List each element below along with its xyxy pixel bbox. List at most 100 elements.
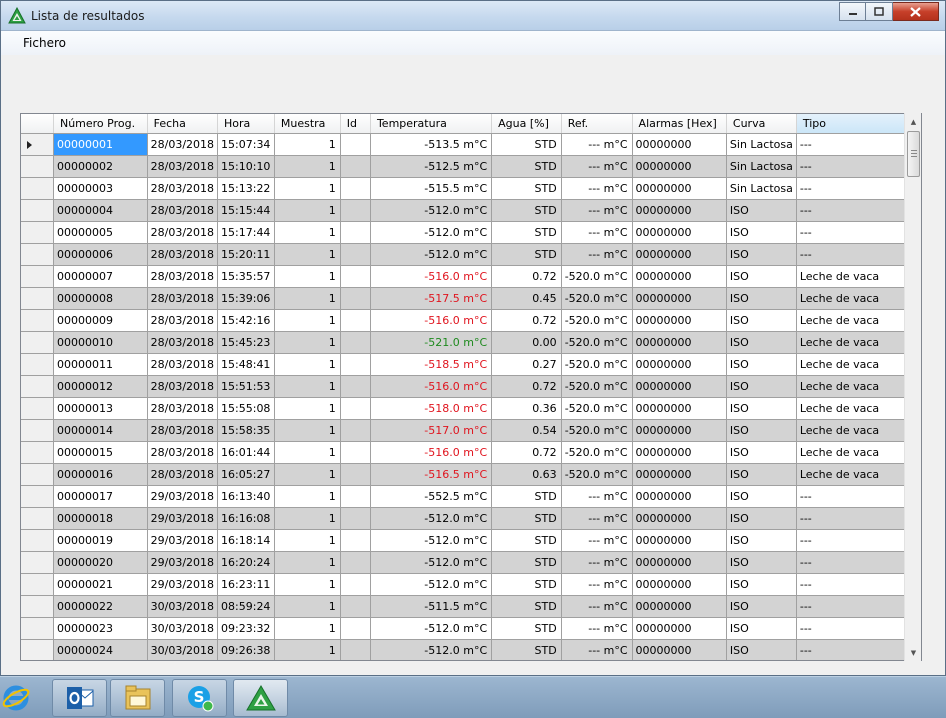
col-ref-cell[interactable]: --- m°C: [561, 529, 633, 552]
taskbar-ie[interactable]: [0, 679, 40, 717]
col-curva-cell[interactable]: ISO: [726, 221, 797, 244]
col-muestra-cell[interactable]: 1: [274, 529, 341, 552]
col-id-cell[interactable]: [340, 507, 371, 530]
col-alarmas-cell[interactable]: 00000000: [632, 397, 727, 420]
col-alarmas-cell[interactable]: 00000000: [632, 133, 727, 156]
col-curva-cell[interactable]: ISO: [726, 529, 797, 552]
col-curva-cell[interactable]: ISO: [726, 463, 797, 486]
row-header[interactable]: [21, 397, 54, 420]
col-numero-prog-cell[interactable]: 00000013: [53, 397, 148, 420]
col-hora-cell[interactable]: 15:39:06: [217, 287, 275, 310]
table-row[interactable]: 00000005 28/03/2018 15:17:44 1 -512.0 m°C STD…: [21, 221, 921, 244]
col-tipo-cell[interactable]: Leche de vaca: [796, 397, 915, 420]
row-header[interactable]: [21, 485, 54, 508]
col-temperatura-cell[interactable]: -518.5 m°C: [370, 353, 493, 376]
col-numero-prog-cell[interactable]: 00000016: [53, 463, 148, 486]
col-id-cell[interactable]: [340, 287, 371, 310]
col-fecha-header[interactable]: Fecha: [147, 114, 219, 134]
col-id-cell[interactable]: [340, 397, 371, 420]
col-hora-cell[interactable]: 15:13:22: [217, 177, 275, 200]
col-muestra-cell[interactable]: 1: [274, 287, 341, 310]
table-row[interactable]: 00000013 28/03/2018 15:55:08 1 -518.0 m°C 0.3…: [21, 397, 921, 420]
col-ref-cell[interactable]: -520.0 m°C: [561, 287, 633, 310]
col-hora-cell[interactable]: 16:01:44: [217, 441, 275, 464]
col-temperatura-cell[interactable]: -516.5 m°C: [370, 463, 493, 486]
col-hora-header[interactable]: Hora: [217, 114, 275, 134]
col-id-cell[interactable]: [340, 133, 371, 156]
col-temperatura-cell[interactable]: -512.0 m°C: [370, 199, 493, 222]
col-muestra-cell[interactable]: 1: [274, 353, 341, 376]
row-header[interactable]: [21, 309, 54, 332]
title-bar[interactable]: Lista de resultados: [1, 1, 945, 31]
col-agua-cell[interactable]: 0.54: [491, 419, 562, 442]
col-agua-cell[interactable]: STD: [491, 155, 562, 178]
col-fecha-cell[interactable]: 28/03/2018: [147, 177, 219, 200]
col-tipo-cell[interactable]: ---: [796, 551, 915, 574]
col-temperatura-cell[interactable]: -552.5 m°C: [370, 485, 493, 508]
col-agua-cell[interactable]: STD: [491, 485, 562, 508]
table-row[interactable]: 00000014 28/03/2018 15:58:35 1 -517.0 m°C 0.5…: [21, 419, 921, 442]
col-temperatura-cell[interactable]: -511.5 m°C: [370, 595, 493, 618]
col-hora-cell[interactable]: 15:51:53: [217, 375, 275, 398]
row-header[interactable]: [21, 573, 54, 596]
col-numero-prog-cell[interactable]: 00000017: [53, 485, 148, 508]
row-header[interactable]: [21, 243, 54, 266]
col-hora-cell[interactable]: 15:35:57: [217, 265, 275, 288]
col-curva-cell[interactable]: ISO: [726, 331, 797, 354]
col-curva-cell[interactable]: Sin Lactosa: [726, 177, 797, 200]
col-alarmas-cell[interactable]: 00000000: [632, 199, 727, 222]
col-agua-cell[interactable]: STD: [491, 595, 562, 618]
col-temperatura-cell[interactable]: -516.0 m°C: [370, 375, 493, 398]
col-agua-cell[interactable]: STD: [491, 551, 562, 574]
col-ref-header[interactable]: Ref.: [561, 114, 633, 134]
col-hora-cell[interactable]: 15:17:44: [217, 221, 275, 244]
col-id-cell[interactable]: [340, 265, 371, 288]
col-numero-prog-cell[interactable]: 00000009: [53, 309, 148, 332]
col-curva-cell[interactable]: ISO: [726, 639, 797, 660]
col-id-cell[interactable]: [340, 199, 371, 222]
col-agua-cell[interactable]: 0.72: [491, 375, 562, 398]
col-temperatura-cell[interactable]: -516.0 m°C: [370, 265, 493, 288]
col-alarmas-cell[interactable]: 00000000: [632, 353, 727, 376]
col-ref-cell[interactable]: --- m°C: [561, 199, 633, 222]
col-tipo-cell[interactable]: ---: [796, 155, 915, 178]
col-fecha-cell[interactable]: 28/03/2018: [147, 287, 219, 310]
table-row[interactable]: 00000023 30/03/2018 09:23:32 1 -512.0 m°C STD…: [21, 617, 921, 640]
col-ref-cell[interactable]: --- m°C: [561, 595, 633, 618]
table-row[interactable]: 00000024 30/03/2018 09:26:38 1 -512.0 m°C STD…: [21, 639, 921, 660]
col-muestra-cell[interactable]: 1: [274, 133, 341, 156]
col-curva-cell[interactable]: ISO: [726, 353, 797, 376]
taskbar-skype[interactable]: S: [172, 679, 227, 717]
col-fecha-cell[interactable]: 28/03/2018: [147, 265, 219, 288]
col-id-cell[interactable]: [340, 595, 371, 618]
col-agua-cell[interactable]: 0.72: [491, 265, 562, 288]
row-header[interactable]: [21, 463, 54, 486]
col-muestra-cell[interactable]: 1: [274, 155, 341, 178]
col-ref-cell[interactable]: --- m°C: [561, 639, 633, 660]
col-id-cell[interactable]: [340, 331, 371, 354]
col-id-cell[interactable]: [340, 177, 371, 200]
taskbar-explorer[interactable]: [110, 679, 165, 717]
col-muestra-cell[interactable]: 1: [274, 573, 341, 596]
col-alarmas-cell[interactable]: 00000000: [632, 441, 727, 464]
col-ref-cell[interactable]: -520.0 m°C: [561, 265, 633, 288]
scroll-down-button[interactable]: ▼: [905, 644, 922, 661]
col-id-cell[interactable]: [340, 155, 371, 178]
col-id-cell[interactable]: [340, 221, 371, 244]
col-hora-cell[interactable]: 15:07:34: [217, 133, 275, 156]
menu-fichero[interactable]: Fichero: [23, 36, 66, 50]
taskbar-outlook[interactable]: [52, 679, 107, 717]
col-fecha-cell[interactable]: 30/03/2018: [147, 617, 219, 640]
col-agua-cell[interactable]: 0.00: [491, 331, 562, 354]
col-fecha-cell[interactable]: 28/03/2018: [147, 331, 219, 354]
col-fecha-cell[interactable]: 28/03/2018: [147, 463, 219, 486]
col-tipo-cell[interactable]: Leche de vaca: [796, 463, 915, 486]
col-curva-cell[interactable]: ISO: [726, 441, 797, 464]
table-row[interactable]: 00000020 29/03/2018 16:20:24 1 -512.0 m°C STD…: [21, 551, 921, 574]
col-curva-header[interactable]: Curva: [726, 114, 797, 134]
col-tipo-cell[interactable]: ---: [796, 221, 915, 244]
col-muestra-cell[interactable]: 1: [274, 485, 341, 508]
row-header[interactable]: [21, 199, 54, 222]
col-id-cell[interactable]: [340, 441, 371, 464]
col-fecha-cell[interactable]: 28/03/2018: [147, 375, 219, 398]
